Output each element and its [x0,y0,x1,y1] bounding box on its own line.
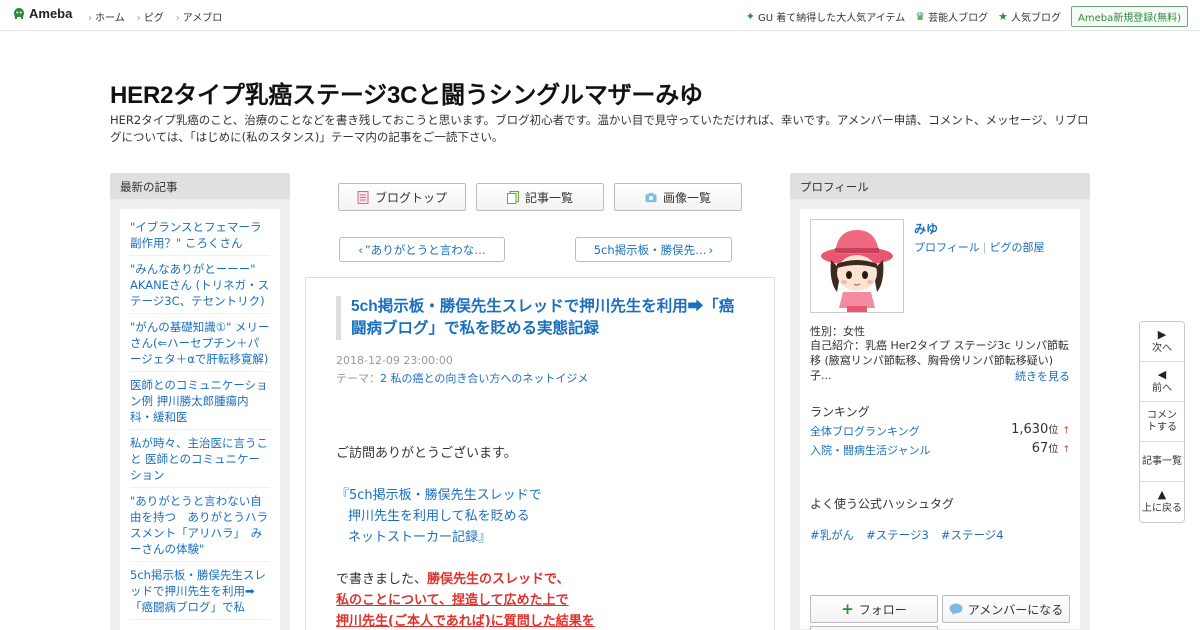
float-back-to-top-button[interactable]: ▲ 上に戻る [1140,482,1184,522]
ameba-logo-icon [14,7,24,19]
blog-title[interactable]: HER2タイプ乳癌ステージ3Cと闘うシングルマザーみゆ [110,75,703,110]
latest-article-item[interactable]: "がんの基礎知識①" メリーさん(⇐ハーセプチン＋パージェタ＋αで肝転移寛解) [130,317,270,372]
nav-pigg[interactable]: ピグ [137,9,164,24]
camera-icon [645,192,657,202]
amember-button[interactable]: アメンバーになる [942,595,1070,623]
profile-gender: 性別：女性 [810,325,865,338]
more-button[interactable] [810,626,938,630]
star-icon: ★ [998,10,1008,23]
latest-articles-panel: 最新の記事 "イブランスとフェマーラ副作用？" ころくさん "みんなありがとーー… [110,173,290,630]
latest-articles-list: "イブランスとフェマーラ副作用？" ころくさん "みんなありがとーーー" AKA… [120,209,280,630]
hashtag-list: #乳がん #ステージ3 #ステージ4 [810,527,1004,543]
latest-article-item[interactable]: 医師とのコミュニケーション例 押川勝太郎腫瘍内科・緩和医 [130,375,270,430]
float-prev-button[interactable]: ◀ 前へ [1140,362,1184,402]
profile-heading: プロフィール [790,173,1090,199]
document-icon [357,190,369,204]
article-theme: テーマ：2 私の癌との向き合い方へのネットイジメ [336,372,589,385]
header-right-links: ✦ GU 着て納得した大人気アイテム ♛ 芸能人ブログ ★ 人気ブログ Ameb… [746,6,1188,27]
article-quote-link[interactable]: 『5ch掲示板・勝俣先生スレッドで 押川先生を利用して私を貶める ネットストーカ… [336,485,756,548]
ranking-heading: ランキング [810,405,870,419]
hashtag-link[interactable]: #乳がん [810,527,854,543]
nav-ameblo[interactable]: アメブロ [176,9,223,24]
copy-document-icon [506,190,519,204]
profile-name[interactable]: みゆ [914,220,938,237]
follow-button[interactable]: + フォロー [810,595,938,623]
global-nav: ホーム ピグ アメブロ [88,9,222,24]
ranking-value: 1,630位 ↑ [1011,422,1070,437]
ameba-logo-text: Ameba [29,6,73,21]
latest-article-item[interactable]: 私が時々、主治医に言うこと 医師とのコミュニケーション [130,433,270,488]
ranking-label[interactable]: 入院・闘病生活ジャンル [810,444,930,457]
chevron-left-icon: ‹ [358,242,363,257]
ameba-logo[interactable]: Ameba [12,6,72,21]
ranking-label[interactable]: 全体ブログランキング [810,425,920,438]
float-next-button[interactable]: ▶ 次へ [1140,322,1184,362]
latest-articles-heading: 最新の記事 [110,173,290,199]
hashtag-link[interactable]: #ステージ3 [866,527,929,543]
prev-article-button[interactable]: ‹ ”ありがとうと言わな… [339,237,505,262]
latest-article-item[interactable]: "みんなありがとーーー" AKANEさん (トリネガ・ステージ3C、テセントリク… [130,259,270,314]
play-left-icon: ◀ [1157,367,1167,381]
profile-link[interactable]: プロフィール [914,241,980,254]
chevron-right-icon: › [708,242,714,257]
article-list-button[interactable]: 記事一覧 [476,183,604,211]
header-link-celebrity[interactable]: ♛ 芸能人ブログ [915,9,988,24]
crown-icon: ♛ [915,10,926,23]
rank-up-arrow-icon: ↑ [1062,445,1070,455]
pigg-room-link[interactable]: ピグの部屋 [990,241,1045,254]
header-link-gu[interactable]: ✦ GU 着て納得した大人気アイテム [746,9,905,24]
article-body: ご訪問ありがとうございます。 『5ch掲示板・勝俣先生スレッドで 押川先生を利用… [336,443,756,630]
ranking-value: 67位 ↑ [1031,441,1070,456]
header-link-popular[interactable]: ★ 人気ブログ [998,9,1061,24]
next-article-button[interactable]: 5ch掲示板・勝俣先… › [575,237,732,262]
article-paragraph: で書きました、勝俣先生のスレッドで、 私のことについて、捏造して広めた上で 押川… [336,572,595,629]
article-card: 5ch掲示板・勝俣先生スレッドで押川先生を利用➡「癌闘病ブログ」で私を貶める実態… [305,277,775,630]
nav-home[interactable]: ホーム [88,9,125,24]
triangle-up-icon: ▲ [1157,488,1167,501]
rank-up-arrow-icon: ↑ [1062,426,1070,436]
blog-top-button[interactable]: ブログトップ [338,183,466,211]
article-theme-link[interactable]: 2 私の癌との向き合い方へのネットイジメ [380,372,588,385]
article-title[interactable]: 5ch掲示板・勝俣先生スレッドで押川先生を利用➡「癌闘病ブログ」で私を貶める実態… [336,296,736,340]
article-date: 2018-12-09 23:00:00 [336,354,453,367]
profile-more-link[interactable]: 続きを見る [1015,368,1070,384]
hashtag-link[interactable]: #ステージ4 [941,527,1004,543]
article-greeting: ご訪問ありがとうございます。 [336,446,517,461]
register-button[interactable]: Ameba新規登録(無料) [1070,6,1188,27]
profile-content: みゆ プロフィール | ピグの部屋 性別：女性 自己紹介：乳癌 Her2タイプ ステ… [800,209,1080,630]
sparkle-icon: ✦ [745,10,755,23]
play-right-icon: ▶ [1157,327,1167,341]
global-header: Ameba ホーム ピグ アメブロ ✦ GU 着て納得した大人気アイテム ♛ 芸… [0,0,1200,31]
floating-nav: ▶ 次へ ◀ 前へ コメントする 記事一覧 ▲ 上に戻る [1139,321,1185,523]
profile-avatar[interactable] [810,219,904,313]
avatar-illustration [811,220,903,312]
latest-article-item[interactable]: 5ch掲示板・勝俣先生スレッドで押川先生を利用➡「癌闘病ブログ」で私 [130,565,270,620]
hashtag-heading: よく使う公式ハッシュタグ [810,497,955,511]
plus-icon: + [841,600,854,618]
speech-bubble-icon [949,603,963,615]
ranking-row-genre: 入院・闘病生活ジャンル 67位 ↑ [810,441,1070,458]
profile-links: プロフィール | ピグの部屋 [914,241,1045,254]
float-article-list-button[interactable]: 記事一覧 [1140,442,1184,482]
image-list-button[interactable]: 画像一覧 [614,183,742,211]
latest-article-item[interactable]: "ありがとうと言わない自由を持つ ありがとうハラスメント「アリハラ」 みーさんの… [130,491,270,562]
float-comment-button[interactable]: コメントする [1140,402,1184,442]
ranking-row-overall: 全体ブログランキング 1,630位 ↑ [810,422,1070,439]
latest-article-item[interactable]: "イブランスとフェマーラ副作用？" ころくさん [130,217,270,256]
profile-panel: プロフィール みゆ プロフィール | ピグの部屋 性別：女性 自己紹介：乳癌 H… [790,173,1090,630]
blog-description: HER2タイプ乳癌のこと、治療のことなどを書き残しておこうと思います。ブログ初心… [110,113,1089,144]
